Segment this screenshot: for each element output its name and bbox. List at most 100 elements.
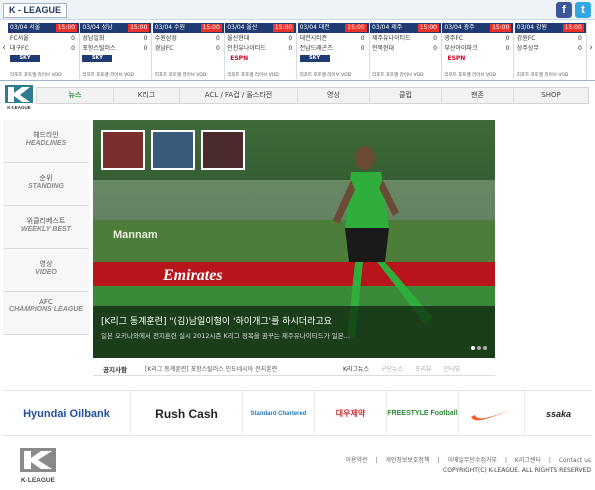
notice-label: 공지사항: [103, 366, 127, 374]
team-score: 0: [577, 35, 582, 42]
menu-label-ko: AFC: [39, 298, 53, 306]
match-time: 15:00: [345, 24, 367, 32]
team-score: 0: [577, 45, 582, 52]
hero-thumb-3[interactable]: [201, 130, 245, 170]
match-links[interactable]: 리포트 포토앨 라이브 VOD: [10, 72, 62, 78]
scores-prev-arrow-icon[interactable]: ‹: [0, 43, 8, 53]
scores-next-arrow-icon[interactable]: ›: [587, 43, 595, 53]
copyright: COPYRIGHT(C) K-LEAGUE. ALL RIGHTS RESERV…: [443, 467, 591, 474]
hero-thumb-2[interactable]: [151, 130, 195, 170]
footer-sep: |: [375, 457, 378, 464]
footer-logo-text: K·LEAGUE: [21, 477, 56, 484]
hero-dot[interactable]: [471, 346, 475, 350]
stadium-text: Mannam: [113, 229, 158, 241]
hero-dot[interactable]: [477, 346, 481, 350]
away-team: 대구FC 0: [8, 44, 79, 53]
hero-dot[interactable]: [483, 346, 487, 350]
match-links[interactable]: 리포트 포토앨 라이브 VOD: [517, 72, 569, 78]
home-team: 강원FC 0: [515, 34, 586, 43]
sponsor-ssaka[interactable]: ssaka: [525, 391, 592, 437]
menu-headlines[interactable]: 헤드라인 HEADLINES: [3, 120, 89, 163]
sponsor-hyundai-oilbank[interactable]: Hyundai Oilbank: [3, 391, 131, 437]
banner-text: Emirates: [162, 267, 223, 284]
match-links[interactable]: 리포트 포토앨 라이브 VOD: [444, 72, 496, 78]
away-team: 부산아이파크 0: [442, 44, 513, 53]
broadcaster-logo: SKY SPORTS 2: [299, 55, 330, 68]
away-team: 전북현대 0: [370, 44, 441, 53]
match-card[interactable]: 03/04 제주 15:00 제주유나이티드 0 전북현대 0 리포트 포토앨 라이브 VO…: [370, 23, 442, 79]
menu-label-en: HEADLINES: [25, 140, 67, 147]
match-card[interactable]: 03/04 수원 15:00 수원삼성 0 경남FC 0 리포트 포토앨 라이브 VOD: [152, 23, 225, 79]
broadcaster-logo: SKY SPORTS 2: [10, 55, 40, 68]
sponsor-daewoo-pharm[interactable]: 대우제약: [315, 391, 387, 437]
menu-label-en: STANDING: [27, 183, 65, 190]
footer-k-league-logo[interactable]: K·LEAGUE: [14, 446, 62, 486]
nav-shop[interactable]: SHOP: [514, 88, 588, 103]
match-card[interactable]: 03/04 대전 15:00 대전시티즌 0 전남드래곤즈 0 SKY SPORTS 2 리포…: [297, 23, 370, 79]
match-date: 03/04 강원: [516, 24, 548, 31]
menu-standing[interactable]: 순위 STANDING: [3, 163, 89, 206]
broadcaster-logo: ESPN: [227, 55, 252, 62]
match-header: 03/04 제주 15:00: [370, 23, 441, 33]
match-card[interactable]: 03/04 울산 15:00 울산현대 0 인천유나이티드 0 ESPN 리포트 포토앨 라이…: [225, 23, 298, 79]
hero-title[interactable]: [K리그 동계훈련] "(김)남일이형이 '하이개그'를 하시더라고요: [101, 314, 332, 327]
sponsor-freestyle-football[interactable]: FREESTYLE Football: [387, 391, 459, 437]
match-time: 15:00: [562, 24, 584, 32]
menu-video[interactable]: 영상 VIDEO: [3, 249, 89, 292]
tab-kleague-news[interactable]: K리그뉴스: [343, 366, 369, 373]
home-team: 울산현대 0: [225, 34, 296, 43]
tab-club-news[interactable]: 구단뉴스: [381, 366, 403, 373]
match-links[interactable]: 리포트 포토앨 라이브 VOD: [300, 72, 352, 78]
notice-bar: 공지사항 [K리그 동계훈련] 포항스틸러스 인도네시아 전지훈련 K리그뉴스 …: [93, 362, 495, 376]
hero-thumb-1[interactable]: [101, 130, 145, 170]
nav-club[interactable]: 클럽: [370, 88, 442, 103]
tab-preview[interactable]: 프리뷰: [415, 366, 432, 373]
team-name: 수원삼성: [154, 35, 177, 42]
footer-link-contact[interactable]: Contact us: [559, 457, 591, 464]
nav-kleague[interactable]: K리그: [114, 88, 180, 103]
left-menu: 헤드라인 HEADLINES 순위 STANDING 위클리베스트 WEEKLY BE…: [3, 120, 89, 340]
team-name: 강원FC: [516, 35, 536, 42]
brand-tag[interactable]: K - LEAGUE: [3, 3, 68, 18]
footer-link-terms[interactable]: 이용약관: [345, 457, 367, 464]
team-score: 0: [360, 35, 365, 42]
footer-link-center[interactable]: K리그센터: [515, 457, 541, 464]
tab-interview[interactable]: 인터뷰: [443, 366, 460, 373]
menu-label-ko: 영상: [39, 260, 53, 268]
notice-text[interactable]: [K리그 동계훈련] 포항스틸러스 인도네시아 전지훈련: [145, 364, 277, 373]
footer-link-email-policy[interactable]: 이메일무단수집거부: [447, 457, 497, 464]
broadcaster-logo: ESPN: [444, 55, 469, 62]
sponsor-nike[interactable]: [459, 391, 525, 437]
nav-news[interactable]: 뉴스: [37, 88, 114, 103]
match-links[interactable]: 리포트 포토앨 라이브 VOD: [227, 72, 279, 78]
match-card[interactable]: 03/04 성남 15:00 성남일화 0 포항스틸러스 0 SKY SPORTS 2 리포트…: [80, 23, 153, 79]
team-name: 제주유나이티드: [372, 35, 411, 42]
match-card[interactable]: 03/04 강원 15:00 강원FC 0 상주상무 0 리포트 포토앨 라이브 VOD: [514, 23, 587, 79]
match-links[interactable]: 리포트 포토앨 라이브 VOD: [372, 72, 424, 78]
match-links[interactable]: 리포트 포토앨 라이브 VOD: [155, 72, 207, 78]
menu-weekly-best[interactable]: 위클리베스트 WEEKLY BEST: [3, 206, 89, 249]
away-team: 전남드래곤즈 0: [298, 44, 369, 53]
hero-subtitle: 일본 오키나와에서 전지훈련 실시 2012시즌 K리그 정복을 꿈꾸는 제주유…: [101, 332, 350, 340]
match-header: 03/04 대전 15:00: [297, 23, 369, 33]
match-links[interactable]: 리포트 포토앨 라이브 VOD: [82, 72, 134, 78]
match-time: 15:00: [272, 24, 295, 32]
sponsor-standard-chartered[interactable]: Standard Chartered: [243, 391, 315, 437]
menu-afc-champions-league[interactable]: AFC CHAMPIONS LEAGUE: [3, 292, 89, 335]
nav-fanzone[interactable]: 팬존: [442, 88, 514, 103]
footer-link-privacy[interactable]: 개인정보보호정책: [385, 457, 429, 464]
k-league-logo[interactable]: K-LEAGUE: [4, 84, 34, 110]
menu-label-ko: 위클리베스트: [26, 217, 66, 225]
match-card[interactable]: 03/04 광주 15:00 광주FC 0 부산아이파크 0 ESPN 리포트 포토앨 라이브…: [442, 23, 515, 79]
match-date: 03/04 울산: [227, 24, 258, 31]
sponsor-rush-cash[interactable]: Rush Cash: [131, 391, 243, 437]
twitter-icon[interactable]: t: [575, 2, 591, 18]
match-date: 03/04 제주: [372, 24, 403, 31]
hero-banner[interactable]: Emirates Mannam [K리그 동계훈련] "(김)남일이형이 '하이…: [93, 120, 495, 358]
match-card[interactable]: 03/04 서울 15:00 FC서울 0 대구FC 0 SKY SPORTS 2 리포트 포…: [8, 23, 80, 79]
menu-label-ko: 헤드라인: [33, 131, 59, 139]
nav-acl-fa-allstar[interactable]: ACL / FA컵 / 올스타전: [180, 88, 298, 103]
team-score: 0: [143, 45, 148, 52]
nav-video[interactable]: 영상: [298, 88, 370, 103]
facebook-icon[interactable]: f: [556, 2, 572, 18]
